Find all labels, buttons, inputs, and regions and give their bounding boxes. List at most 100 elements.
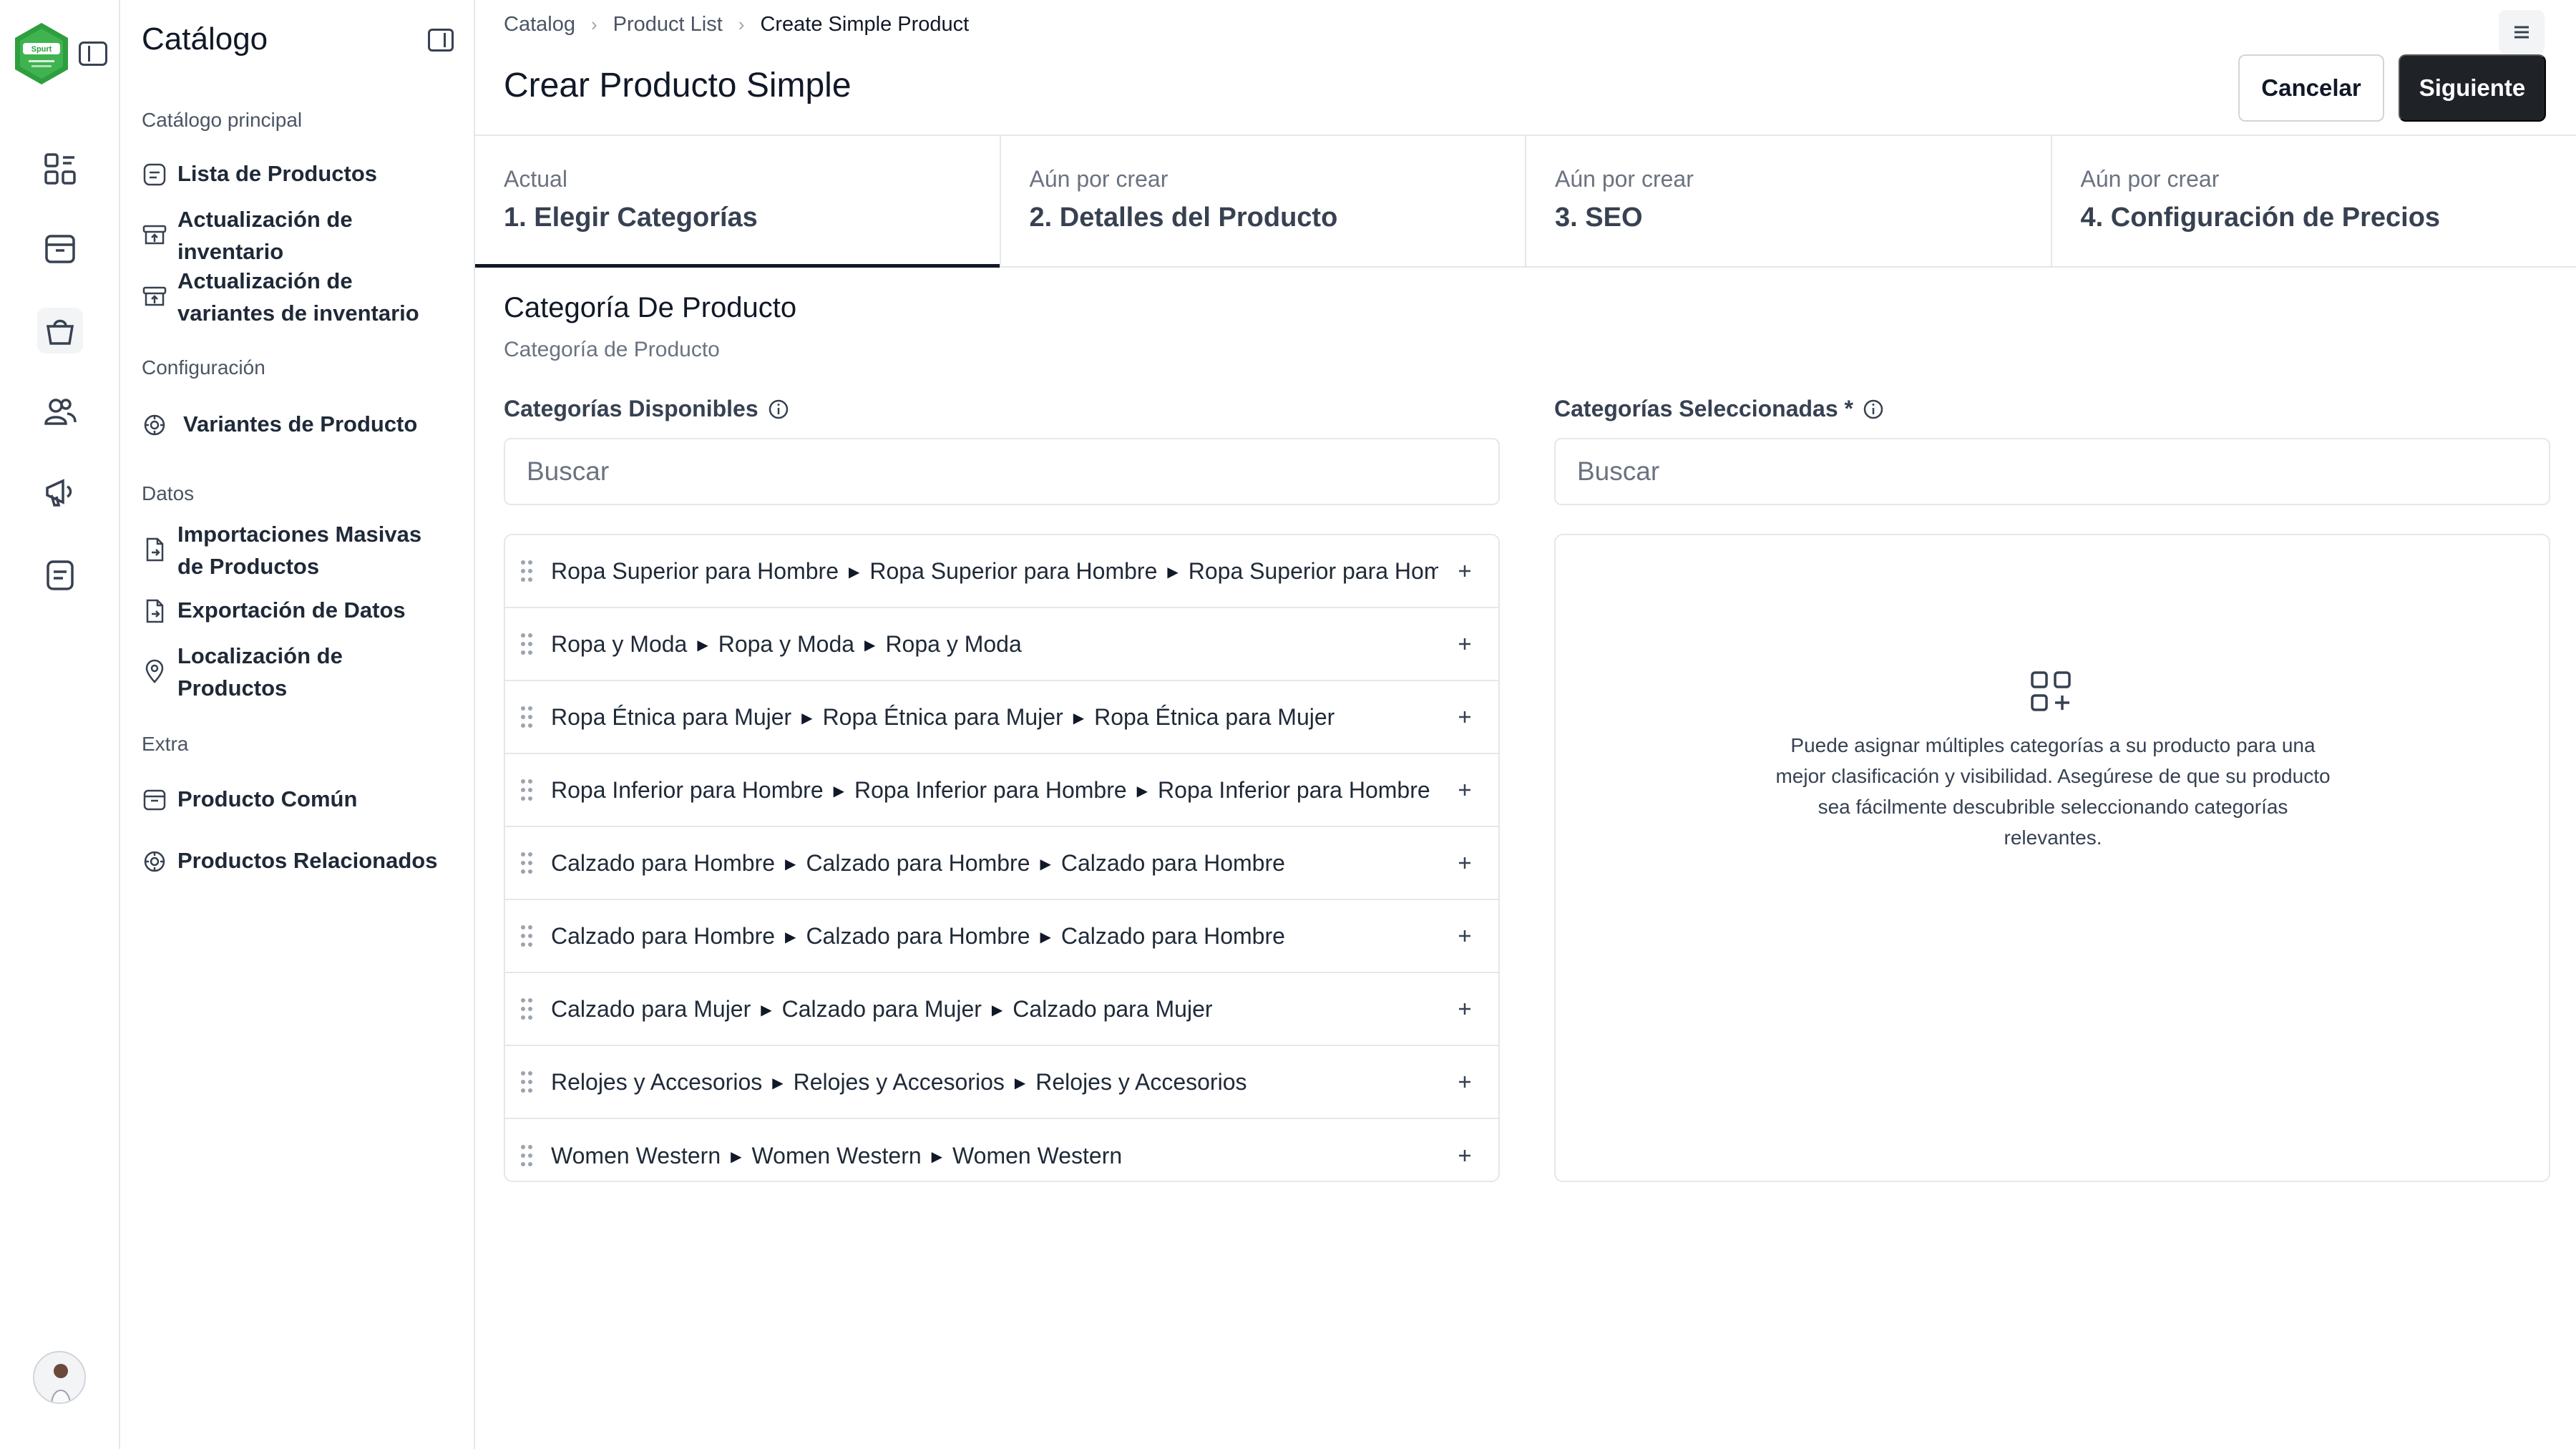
category-row[interactable]: Calzado para Hombre ▶ Calzado para Hombre ▶… — [505, 900, 1498, 973]
document-icon[interactable] — [37, 552, 83, 598]
sidebar-item-product-list[interactable]: Lista de Productos — [142, 157, 457, 190]
selected-categories-label: Categorías Seleccionadas * — [1554, 396, 1885, 422]
sidebar-item-common-product[interactable]: Producto Común — [142, 783, 457, 815]
step-label: 4. Configuración de Precios — [2080, 203, 2441, 233]
category-segment: Ropa Inferior para Hombre — [854, 776, 1127, 803]
sidebar-item-label: Productos Relacionados — [177, 848, 438, 873]
drag-handle-icon[interactable] — [518, 630, 535, 658]
category-segment: Relojes y Accesorios — [1035, 1068, 1247, 1095]
sidebar-item-inventory-update[interactable]: Actualización de inventario — [142, 203, 457, 268]
drag-handle-icon[interactable] — [518, 776, 535, 804]
caret-right-icon: ▶ — [785, 929, 796, 945]
category-segment: Ropa Superior para Hombre — [869, 557, 1158, 584]
breadcrumb-product-list[interactable]: Product List — [613, 13, 723, 36]
caret-right-icon: ▶ — [864, 637, 876, 653]
caret-right-icon: ▶ — [761, 1002, 772, 1018]
step-pricing[interactable]: Aún por crear 4. Configuración de Precio… — [2052, 136, 2576, 266]
selected-search-input[interactable] — [1554, 438, 2550, 505]
toggle-sidebar-icon[interactable] — [79, 42, 107, 66]
sidebar-item-product-variants[interactable]: Variantes de Producto — [142, 408, 457, 440]
add-icon[interactable] — [1453, 778, 1477, 802]
info-icon[interactable] — [1862, 398, 1885, 421]
breadcrumb-current: Create Simple Product — [760, 13, 970, 36]
category-row[interactable]: Calzado para Mujer ▶ Calzado para Mujer ▶ Ca… — [505, 973, 1498, 1046]
sidebar-item-label: Actualización de inventario — [177, 207, 353, 264]
caret-right-icon: ▶ — [731, 1148, 742, 1165]
shopping-bag-icon[interactable] — [37, 308, 83, 353]
sidebar-item-label: Importaciones Masivas de Productos — [177, 522, 422, 579]
category-row[interactable]: Ropa Inferior para Hombre ▶ Ropa Inferior … — [505, 754, 1498, 827]
category-segment: Calzado para Hombre — [551, 922, 776, 949]
add-icon[interactable] — [1453, 559, 1477, 583]
spurt-logo[interactable]: Spurt — [13, 21, 70, 86]
chevron-right-icon: › — [590, 14, 597, 35]
add-icon[interactable] — [1453, 1070, 1477, 1094]
stepper: Actual 1. Elegir Categorías Aún por crea… — [475, 136, 2576, 268]
step-label: 2. Detalles del Producto — [1029, 203, 1338, 233]
category-row[interactable]: Relojes y Accesorios ▶ Relojes y Accesorio… — [505, 1046, 1498, 1119]
category-row[interactable]: Ropa y Moda ▶ Ropa y Moda ▶ Ropa y Moda — [505, 608, 1498, 681]
category-path: Calzado para Hombre ▶ Calzado para Hombre ▶… — [551, 850, 1438, 877]
sidebar-item-label: Variantes de Producto — [183, 411, 418, 436]
drag-handle-icon[interactable] — [518, 922, 535, 950]
category-segment: Ropa y Moda — [551, 630, 688, 657]
empty-state-text: Puede asignar múltiples categorías a su … — [1775, 734, 2331, 849]
add-icon[interactable] — [1453, 851, 1477, 875]
sidebar-item-bulk-imports[interactable]: Importaciones Masivas de Productos — [142, 518, 457, 582]
step-seo[interactable]: Aún por crear 3. SEO — [1526, 136, 2052, 266]
section-heading-main-catalog: Catálogo principal — [142, 109, 303, 131]
sidebar-item-product-localization[interactable]: Localización de Productos — [142, 640, 457, 704]
drag-handle-icon[interactable] — [518, 1142, 535, 1169]
megaphone-icon[interactable] — [37, 469, 83, 515]
caret-right-icon: ▶ — [931, 1148, 943, 1165]
add-icon[interactable] — [1453, 1143, 1477, 1168]
drag-handle-icon[interactable] — [518, 1068, 535, 1096]
menu-button[interactable] — [2499, 10, 2545, 54]
caret-right-icon: ▶ — [991, 1002, 1003, 1018]
drag-handle-icon[interactable] — [518, 995, 535, 1023]
sidebar-item-data-export[interactable]: Exportación de Datos — [142, 594, 457, 626]
category-segment: Calzado para Mujer — [1013, 995, 1213, 1022]
add-icon[interactable] — [1453, 997, 1477, 1021]
step-product-details[interactable]: Aún por crear 2. Detalles del Producto — [1001, 136, 1526, 266]
category-segment: Ropa Étnica para Mujer — [822, 703, 1063, 730]
category-segment: Ropa Inferior para Hombre — [551, 776, 824, 803]
category-segment: Calzado para Hombre — [551, 849, 776, 876]
drag-handle-icon[interactable] — [518, 703, 535, 731]
category-segment: Women Western — [751, 1142, 922, 1169]
category-segment: Ropa Inferior para Hombre — [1158, 776, 1430, 803]
section-title: Categoría De Producto — [504, 292, 797, 323]
cancel-button[interactable]: Cancelar — [2238, 54, 2384, 122]
breadcrumb-catalog[interactable]: Catalog — [504, 13, 575, 36]
variants-icon — [144, 414, 165, 436]
available-categories-list: Ropa Superior para Hombre ▶ Ropa Superior … — [504, 534, 1500, 1182]
category-segment: Women Western — [952, 1142, 1123, 1169]
list-icon — [143, 163, 166, 186]
available-search-input[interactable] — [504, 438, 1500, 505]
category-row[interactable]: Ropa Superior para Hombre ▶ Ropa Superior … — [505, 535, 1498, 608]
dashboard-icon[interactable] — [37, 146, 83, 192]
caret-right-icon: ▶ — [772, 1075, 784, 1091]
category-row[interactable]: Calzado para Hombre ▶ Calzado para Hombre ▶… — [505, 827, 1498, 900]
drag-handle-icon[interactable] — [518, 557, 535, 585]
category-row[interactable]: Women Western ▶ Women Western ▶ Women Wester… — [505, 1119, 1498, 1181]
info-icon[interactable] — [767, 398, 790, 421]
users-icon[interactable] — [37, 389, 83, 435]
user-avatar[interactable] — [33, 1351, 86, 1404]
page-title: Crear Producto Simple — [504, 67, 852, 104]
add-icon[interactable] — [1453, 632, 1477, 656]
drag-handle-icon[interactable] — [518, 849, 535, 877]
step-choose-categories[interactable]: Actual 1. Elegir Categorías — [475, 136, 1001, 268]
next-button[interactable]: Siguiente — [2399, 54, 2546, 122]
sidebar-item-related-products[interactable]: Productos Relacionados — [142, 844, 457, 877]
caret-right-icon: ▶ — [697, 637, 708, 653]
category-segment: Calzado para Hombre — [806, 922, 1030, 949]
sidebar-item-variant-inventory-update[interactable]: Actualización de variantes de inventario — [142, 265, 457, 329]
box-icon[interactable] — [37, 226, 83, 272]
add-icon[interactable] — [1453, 705, 1477, 729]
related-products-icon — [144, 851, 165, 872]
collapse-sidebar-icon[interactable] — [428, 29, 454, 52]
category-row[interactable]: Ropa Étnica para Mujer ▶ Ropa Étnica para … — [505, 681, 1498, 754]
inventory-upload-icon — [142, 225, 167, 245]
add-icon[interactable] — [1453, 924, 1477, 948]
